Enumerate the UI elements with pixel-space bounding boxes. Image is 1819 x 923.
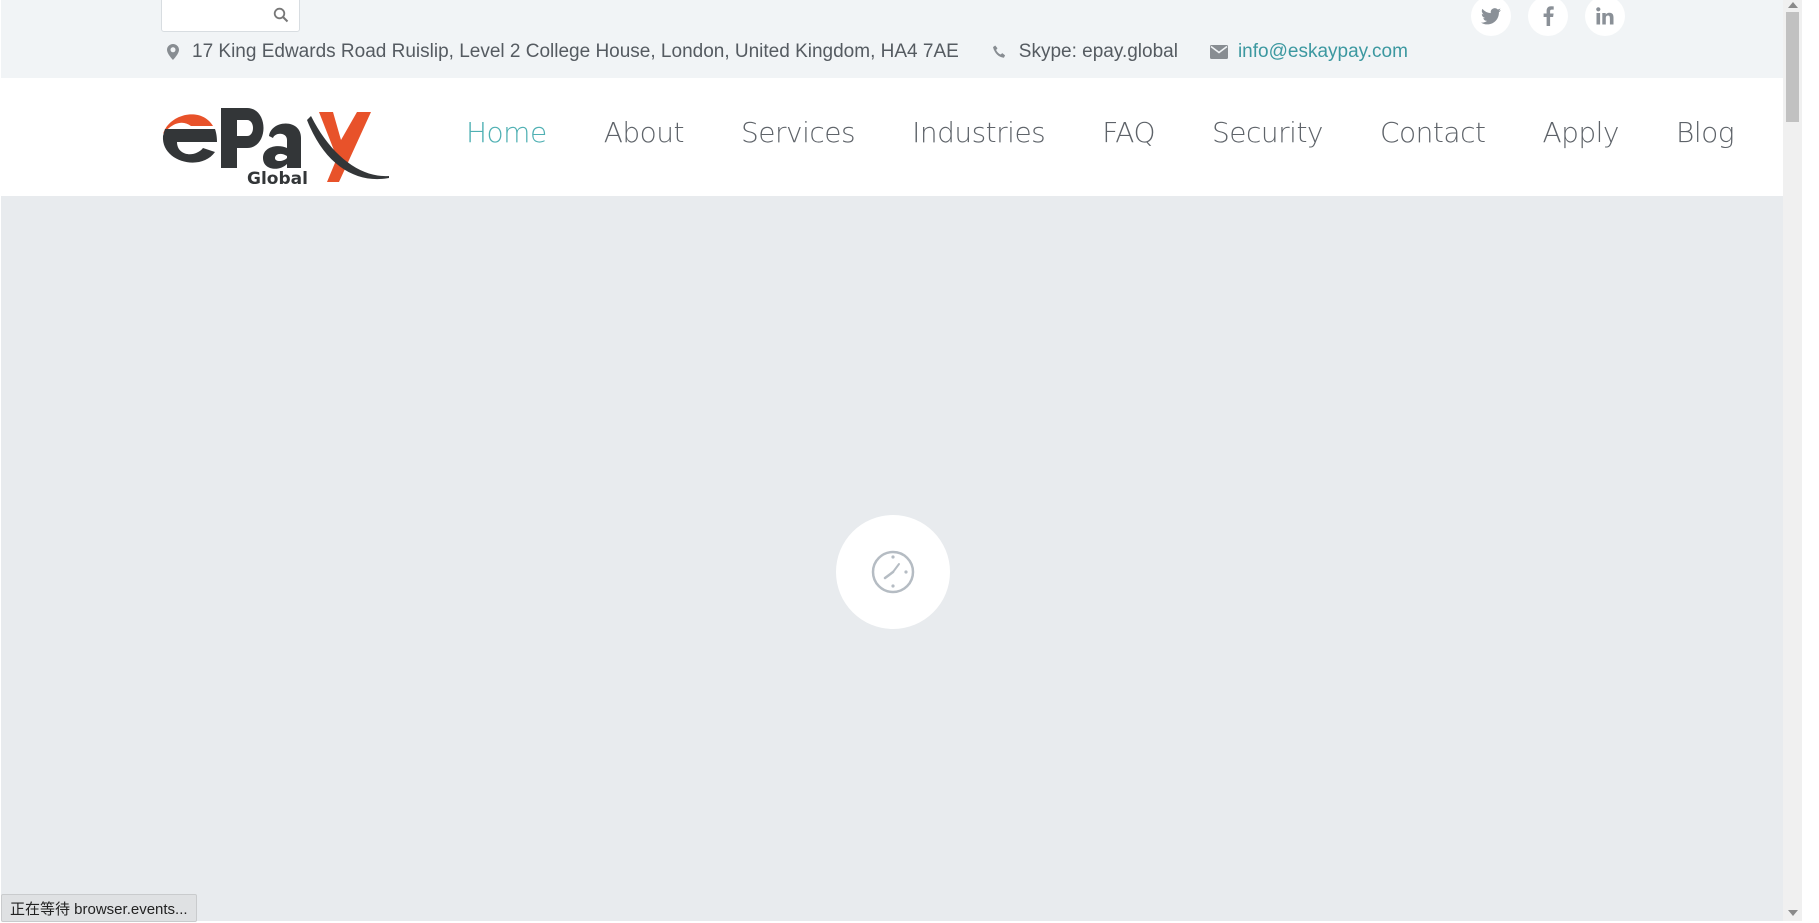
search-input[interactable] xyxy=(161,0,300,32)
epay-global-logo[interactable]: Global xyxy=(161,96,391,189)
svg-text:Global: Global xyxy=(247,169,308,186)
email-link[interactable]: info@eskaypay.com xyxy=(1238,41,1408,63)
twitter-icon[interactable] xyxy=(1471,0,1511,36)
vertical-scrollbar[interactable] xyxy=(1783,0,1802,921)
nav-blog[interactable]: Blog xyxy=(1676,116,1735,149)
address-text: 17 King Edwards Road Ruislip, Level 2 Co… xyxy=(192,41,959,62)
email-item[interactable]: info@eskaypay.com xyxy=(1209,41,1408,63)
nav-industries[interactable]: Industries xyxy=(912,116,1046,149)
browser-status-bar: 正在等待 browser.events... xyxy=(1,894,197,922)
browser-viewport: 17 King Edwards Road Ruislip, Level 2 Co… xyxy=(1,0,1783,921)
nav-contact[interactable]: Contact xyxy=(1380,116,1486,149)
scroll-thumb[interactable] xyxy=(1786,12,1799,122)
loading-spinner xyxy=(836,515,950,629)
scroll-down-arrow[interactable] xyxy=(1788,910,1798,916)
envelope-icon xyxy=(1209,43,1228,61)
nav-apply[interactable]: Apply xyxy=(1542,116,1619,149)
nav-faq[interactable]: FAQ xyxy=(1102,116,1155,149)
skype-text: Skype: epay.global xyxy=(1018,41,1178,62)
scroll-up-arrow[interactable] xyxy=(1788,2,1798,8)
skype-item: Skype: epay.global xyxy=(991,41,1178,63)
address-item: 17 King Edwards Road Ruislip, Level 2 Co… xyxy=(164,41,959,63)
nav-about[interactable]: About xyxy=(604,116,685,149)
facebook-icon[interactable] xyxy=(1528,0,1568,36)
nav-home[interactable]: Home xyxy=(466,116,547,149)
phone-icon xyxy=(991,43,1009,61)
nav-security[interactable]: Security xyxy=(1212,116,1323,149)
nav-services[interactable]: Services xyxy=(741,116,856,149)
search-icon[interactable] xyxy=(273,7,289,23)
contact-info: 17 King Edwards Road Ruislip, Level 2 Co… xyxy=(164,40,1408,64)
social-links xyxy=(1471,0,1642,36)
linkedin-icon[interactable] xyxy=(1585,0,1625,36)
top-bar: 17 King Edwards Road Ruislip, Level 2 Co… xyxy=(1,0,1783,78)
clock-icon xyxy=(871,550,915,594)
site-header: Global Home About Services Industries FA… xyxy=(1,78,1783,196)
main-nav: Home About Services Industries FAQ Secur… xyxy=(466,116,1783,149)
map-marker-icon xyxy=(164,43,182,61)
